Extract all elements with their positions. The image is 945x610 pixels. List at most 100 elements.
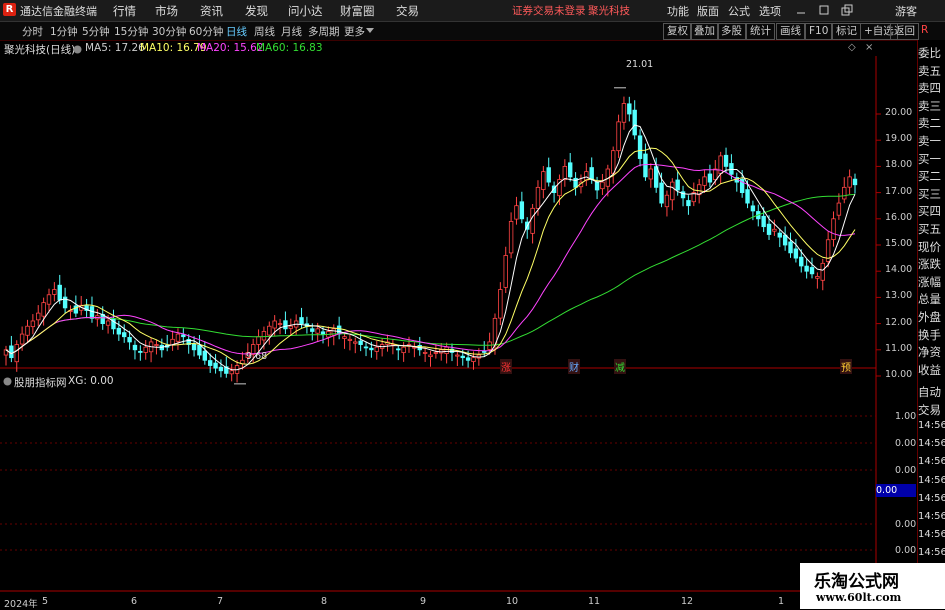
event-marker[interactable]: 财 bbox=[568, 359, 580, 374]
candle-body bbox=[267, 325, 272, 336]
statistics-button[interactable]: 统计 bbox=[746, 23, 775, 40]
candle-body bbox=[336, 325, 342, 335]
candle-body bbox=[621, 103, 627, 123]
indicator-settings-icon[interactable] bbox=[3, 377, 12, 386]
mark-button[interactable]: 标记 bbox=[832, 23, 861, 40]
quote-field-label: 卖五 bbox=[918, 63, 941, 78]
title-bar: R 通达信金融终端 行情 市场 资讯 发现 问小达 财富圈 交易 证券交易未登录… bbox=[0, 0, 945, 22]
menu-options[interactable]: 选项 bbox=[759, 3, 781, 19]
candle-body bbox=[358, 340, 363, 345]
event-marker[interactable]: 预 bbox=[840, 359, 852, 374]
indicator-name: 股朋指标网 bbox=[14, 377, 67, 389]
candle-body bbox=[702, 176, 707, 186]
app-name: 通达信金融终端 bbox=[20, 5, 97, 18]
event-marker[interactable]: 减 bbox=[614, 359, 626, 374]
close-icon[interactable]: × bbox=[865, 42, 873, 53]
diamond-icon[interactable]: ◇ bbox=[848, 42, 856, 53]
candle-body bbox=[460, 355, 465, 359]
ma20-label: MA20: 15.62 bbox=[197, 42, 264, 54]
app-logo-icon: R bbox=[3, 3, 16, 16]
menu-market[interactable]: 市场 bbox=[155, 3, 178, 19]
price-axis-label: 14.00 bbox=[885, 264, 913, 276]
menu-quotes[interactable]: 行情 bbox=[113, 3, 136, 19]
period-intraday[interactable]: 分时 bbox=[22, 24, 43, 39]
candle-body bbox=[175, 333, 181, 342]
date-axis-label: 10 bbox=[506, 596, 519, 607]
candle-body bbox=[745, 189, 750, 204]
overlay-button[interactable]: 叠加 bbox=[690, 23, 719, 40]
menu-function[interactable]: 功能 bbox=[667, 3, 689, 19]
indicator-current-value: 0.00 bbox=[876, 484, 916, 497]
settings-circle-icon[interactable] bbox=[73, 45, 82, 54]
candle-body bbox=[36, 312, 41, 321]
candle-body bbox=[766, 223, 772, 235]
stock-title: 聚光科技(日线) bbox=[4, 44, 76, 56]
multi-stock-button[interactable]: 多股 bbox=[717, 23, 746, 40]
event-marker[interactable]: 涨 bbox=[500, 359, 512, 374]
chevron-down-icon[interactable] bbox=[366, 27, 374, 35]
price-axis-label: 17.00 bbox=[885, 185, 913, 197]
minimize-icon[interactable] bbox=[795, 4, 807, 16]
price-axis-label: 19.00 bbox=[885, 133, 913, 145]
candle-body bbox=[347, 338, 353, 341]
menu-formula[interactable]: 公式 bbox=[728, 3, 750, 19]
adjust-button[interactable]: 复权 bbox=[663, 23, 692, 40]
candle-body bbox=[127, 337, 132, 343]
date-axis-label: 11 bbox=[588, 596, 601, 607]
high-price-label: 21.01 bbox=[626, 59, 654, 70]
auto-trade-label[interactable]: 交易 bbox=[918, 402, 941, 418]
candle-body bbox=[9, 345, 14, 359]
restore-icon[interactable] bbox=[841, 4, 853, 16]
user-login[interactable]: 游客 bbox=[895, 3, 917, 19]
price-axis-label: 16.00 bbox=[885, 211, 913, 223]
quote-field-label: 涨幅 bbox=[918, 274, 941, 289]
price-axis-label: 10.00 bbox=[885, 369, 913, 380]
candle-body bbox=[116, 327, 122, 335]
quote-field-label: 涨跌 bbox=[918, 257, 941, 272]
period-30min[interactable]: 30分钟 bbox=[152, 24, 186, 39]
side-header-logo: R bbox=[921, 24, 929, 36]
ma10-line bbox=[5, 147, 856, 365]
candle-body bbox=[594, 181, 600, 191]
period-daily[interactable]: 日线 bbox=[226, 24, 247, 39]
quote-field-label: 收益 bbox=[918, 362, 941, 377]
kline-chart[interactable] bbox=[0, 56, 917, 609]
quote-field-label: 现价 bbox=[918, 239, 941, 254]
candle-body bbox=[589, 167, 594, 180]
period-15min[interactable]: 15分钟 bbox=[114, 24, 148, 39]
candle-body bbox=[283, 320, 288, 330]
period-1min[interactable]: 1分钟 bbox=[50, 24, 78, 39]
trade-time: 14:56 bbox=[918, 474, 945, 486]
period-multi[interactable]: 多周期 bbox=[308, 24, 340, 39]
candle-body bbox=[41, 302, 46, 317]
candle-body bbox=[541, 171, 546, 190]
candle-body bbox=[89, 306, 95, 319]
menu-news[interactable]: 资讯 bbox=[200, 3, 223, 19]
menu-fortune-circle[interactable]: 财富圈 bbox=[340, 3, 375, 19]
candle-body bbox=[820, 262, 825, 281]
menu-trade[interactable]: 交易 bbox=[396, 3, 419, 19]
candle-body bbox=[30, 320, 36, 328]
f10-button[interactable]: F10 bbox=[805, 23, 833, 40]
period-5min[interactable]: 5分钟 bbox=[82, 24, 110, 39]
period-60min[interactable]: 60分钟 bbox=[189, 24, 223, 39]
trade-time: 14:56 bbox=[918, 511, 945, 522]
candle-body bbox=[799, 256, 804, 267]
candle-body bbox=[181, 334, 186, 338]
indicator-xg: XG: 0.00 bbox=[68, 375, 114, 387]
candle-body bbox=[568, 162, 573, 178]
candle-body bbox=[487, 341, 492, 350]
period-weekly[interactable]: 周线 bbox=[254, 24, 275, 39]
draw-line-button[interactable]: 画线 bbox=[776, 23, 805, 40]
login-warning[interactable]: 证券交易未登录 bbox=[512, 3, 586, 18]
menu-layout[interactable]: 版面 bbox=[697, 3, 719, 19]
period-monthly[interactable]: 月线 bbox=[281, 24, 302, 39]
period-more[interactable]: 更多 bbox=[344, 24, 365, 39]
menu-discover[interactable]: 发现 bbox=[245, 3, 268, 19]
candle-body bbox=[363, 346, 369, 349]
menu-ask-xiaoda[interactable]: 问小达 bbox=[288, 3, 323, 19]
back-button[interactable]: 返回 bbox=[890, 23, 919, 40]
price-axis-label: 18.00 bbox=[885, 159, 913, 171]
maximize-icon[interactable] bbox=[818, 4, 830, 16]
auto-trade-label[interactable]: 自动 bbox=[918, 384, 941, 400]
